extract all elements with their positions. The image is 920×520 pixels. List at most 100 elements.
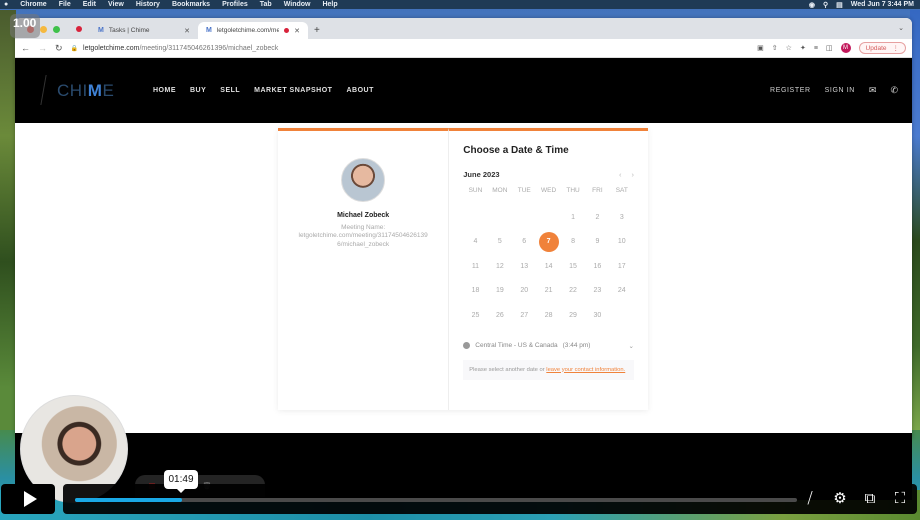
nav-market-snapshot[interactable]: MARKET SNAPSHOT [254, 87, 332, 94]
calendar-day[interactable]: 6 [512, 230, 536, 255]
play-button[interactable] [1, 484, 55, 514]
lock-icon[interactable]: 🔒 [71, 45, 78, 52]
forward-button[interactable]: → [38, 43, 47, 53]
sign-in-link[interactable]: SIGN IN [825, 87, 855, 94]
bookmark-star-icon[interactable]: ☆ [786, 44, 792, 52]
reload-button[interactable]: ↻ [55, 43, 63, 54]
menu-window[interactable]: Window [284, 1, 311, 8]
calendar-day[interactable]: 17 [610, 254, 634, 279]
next-month-button[interactable]: › [632, 170, 635, 179]
control-center-icon[interactable]: ▤ [836, 1, 843, 9]
calendar-day[interactable]: 28 [536, 303, 560, 328]
calendar-day[interactable]: 15 [561, 254, 585, 279]
maximize-window-button[interactable] [53, 26, 60, 33]
update-button[interactable]: Update ⋮ [858, 42, 906, 54]
site-logo[interactable]: CHIME [40, 73, 123, 109]
calendar-day[interactable]: 14 [536, 254, 560, 279]
nav-home[interactable]: HOME [153, 87, 176, 94]
camera-icon[interactable]: ▣ [757, 44, 764, 52]
menu-tab[interactable]: Tab [260, 1, 272, 8]
phone-icon[interactable]: ✆ [890, 85, 898, 96]
apple-icon[interactable]: ● [4, 1, 8, 8]
email-icon[interactable]: ✉ [869, 85, 877, 96]
calendar-day-selected[interactable]: 7 [536, 230, 560, 255]
profile-avatar[interactable]: M [840, 43, 851, 53]
menu-view[interactable]: View [108, 1, 124, 8]
captions-off-icon[interactable]: ⧸ [801, 490, 819, 508]
back-button[interactable]: ← [21, 43, 30, 53]
calendar-empty-cell [536, 205, 560, 230]
close-tab-icon[interactable]: ✕ [294, 27, 300, 35]
calendar-day[interactable]: 8 [561, 230, 585, 255]
weekday-sun: SUN [468, 187, 483, 194]
side-panel-icon[interactable]: ◫ [826, 44, 833, 52]
calendar-day-number: 11 [471, 262, 480, 270]
calendar-day[interactable]: 27 [512, 303, 536, 328]
reading-list-icon[interactable]: ≡ [814, 45, 818, 52]
calendar-day[interactable]: 30 [585, 303, 609, 328]
calendar-day[interactable]: 19 [488, 279, 512, 304]
calendar-day-number: 5 [497, 238, 502, 246]
timezone-selector[interactable]: Central Time - US & Canada (3:44 pm) ⌄ [463, 342, 634, 350]
menu-bookmarks[interactable]: Bookmarks [172, 1, 210, 8]
nav-buy[interactable]: BUY [190, 87, 206, 94]
menu-profiles[interactable]: Profiles [222, 1, 248, 8]
calendar-day[interactable]: 10 [610, 230, 634, 255]
tab-search-chevron-icon[interactable]: ⌄ [898, 24, 904, 32]
page-content: Michael Zobeck Meeting Name: letgoletchi… [15, 123, 912, 438]
calendar-day[interactable]: 29 [561, 303, 585, 328]
calendar-day[interactable]: 3 [610, 205, 634, 230]
settings-gear-icon[interactable]: ⚙ [831, 490, 849, 508]
leave-contact-info-link[interactable]: leave your contact information. [546, 367, 625, 373]
calendar-month: June 2023 [463, 170, 500, 179]
weekday-tue: TUE [517, 187, 531, 194]
calendar-day[interactable]: 16 [585, 254, 609, 279]
calendar-day[interactable]: 26 [488, 303, 512, 328]
menubar-clock[interactable]: Wed Jun 7 3:44 PM [851, 1, 914, 8]
calendar-day[interactable]: 5 [488, 230, 512, 255]
progress-bar[interactable] [75, 498, 797, 502]
calendar-day[interactable]: 24 [610, 279, 634, 304]
calendar-day[interactable]: 21 [536, 279, 560, 304]
tab-label: Tasks | Chime [108, 27, 150, 34]
calendar-day-number: 12 [495, 262, 504, 270]
nav-sell[interactable]: SELL [220, 87, 240, 94]
calendar-day[interactable]: 9 [585, 230, 609, 255]
minimize-window-button[interactable] [40, 26, 47, 33]
calendar-day[interactable]: 22 [561, 279, 585, 304]
record-status-icon[interactable]: ◉ [809, 1, 815, 9]
fullscreen-icon[interactable]: ⛶ [891, 490, 909, 508]
calendar-day[interactable]: 12 [488, 254, 512, 279]
calendar-day[interactable]: 4 [463, 230, 487, 255]
menu-app-name[interactable]: Chrome [20, 1, 46, 8]
notice-text: Please select another date or [469, 366, 547, 373]
new-tab-button[interactable]: + [308, 25, 326, 39]
calendar-day[interactable]: 23 [585, 279, 609, 304]
share-icon[interactable]: ⇧ [772, 44, 778, 52]
calendar-day[interactable]: 11 [463, 254, 487, 279]
picture-in-picture-icon[interactable]: ⧉ [861, 490, 879, 508]
spotlight-icon[interactable]: ⚲ [823, 1, 828, 9]
calendar-day-number: 8 [571, 238, 575, 246]
menu-edit[interactable]: Edit [83, 1, 96, 8]
close-tab-icon[interactable]: ✕ [184, 27, 190, 35]
calendar-day[interactable]: 2 [585, 205, 609, 230]
tab-meeting[interactable]: M letgoletchime.com/meeting ✕ [198, 22, 308, 39]
register-link[interactable]: REGISTER [770, 87, 811, 94]
address-bar[interactable]: 🔒 letgoletchime.com/meeting/311745046261… [71, 41, 750, 55]
calendar-day[interactable]: 20 [512, 279, 536, 304]
menu-help[interactable]: Help [322, 1, 337, 8]
extensions-icon[interactable]: ✦ [800, 44, 806, 52]
tab-tasks[interactable]: M Tasks | Chime ✕ [90, 22, 198, 39]
calendar-day[interactable]: 25 [463, 303, 487, 328]
prev-month-button[interactable]: ‹ [619, 170, 622, 179]
calendar-day[interactable]: 1 [561, 205, 585, 230]
site-header: CHIME HOME BUY SELL MARKET SNAPSHOT ABOU… [15, 58, 912, 123]
calendar-day-number: 14 [544, 262, 553, 270]
host-avatar [341, 158, 386, 202]
menu-history[interactable]: History [136, 1, 160, 8]
nav-about[interactable]: ABOUT [346, 87, 373, 94]
calendar-day[interactable]: 18 [463, 279, 487, 304]
menu-file[interactable]: File [59, 1, 71, 8]
calendar-day[interactable]: 13 [512, 254, 536, 279]
